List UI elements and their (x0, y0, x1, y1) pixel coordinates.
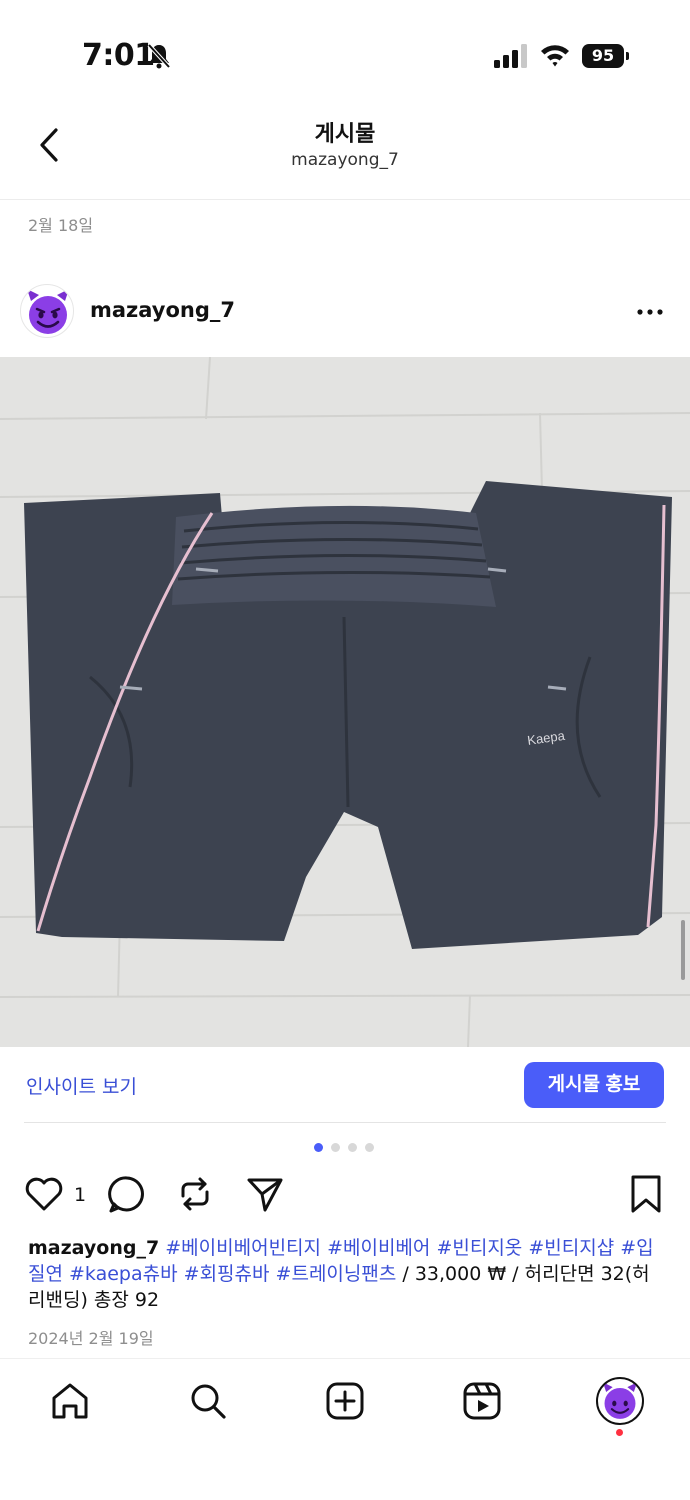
divider (24, 1122, 666, 1123)
carousel-dot (365, 1143, 374, 1152)
bookmark-icon[interactable] (624, 1172, 668, 1216)
search-icon[interactable] (186, 1379, 230, 1423)
post-image[interactable]: Kaepa (0, 357, 690, 1047)
avatar[interactable] (20, 284, 74, 338)
status-time: 7:01 (82, 38, 155, 73)
page-title: 게시물 (314, 122, 376, 147)
scrollbar[interactable] (681, 920, 685, 980)
bottom-tab-bar (0, 1358, 690, 1500)
profile-tab[interactable] (596, 1377, 644, 1425)
date-label: 2월 18일 (28, 216, 94, 235)
status-bar: 7:01 95 (0, 0, 690, 100)
view-insights-link[interactable]: 인사이트 보기 (26, 1072, 137, 1099)
create-post-icon[interactable] (323, 1379, 367, 1423)
like-count[interactable]: 1 (74, 1184, 86, 1206)
hashtag[interactable]: #빈티지샵 (528, 1237, 614, 1259)
home-icon[interactable] (48, 1379, 92, 1423)
wifi-icon (541, 45, 569, 67)
smiling-devil-icon (27, 289, 69, 334)
cellular-signal-icon (494, 44, 527, 68)
comment-icon[interactable] (105, 1172, 149, 1216)
battery-indicator: 95 (582, 44, 630, 68)
insights-row: 인사이트 보기 게시물 홍보 (0, 1048, 690, 1122)
page-subtitle: mazayong_7 (291, 150, 399, 170)
hashtag[interactable]: #kaepa츄바 (69, 1263, 178, 1285)
caption-username[interactable]: mazayong_7 (28, 1237, 159, 1259)
hashtag[interactable]: #베이비베어빈티지 (165, 1237, 321, 1259)
reels-icon[interactable] (460, 1379, 504, 1423)
hashtag[interactable]: #회핑츄바 (184, 1263, 270, 1285)
heart-icon[interactable] (22, 1172, 66, 1216)
repost-icon[interactable] (173, 1172, 217, 1216)
post-header: mazayong_7 (0, 282, 690, 342)
smiling-devil-icon (602, 1382, 638, 1419)
carousel-dot (314, 1143, 323, 1152)
share-icon[interactable] (243, 1172, 287, 1216)
nav-header: 게시물 mazayong_7 (0, 100, 690, 200)
more-options-icon[interactable] (632, 300, 668, 324)
hashtag[interactable]: #빈티지옷 (436, 1237, 522, 1259)
bell-muted-icon (147, 43, 171, 69)
notification-dot (616, 1429, 623, 1436)
hashtag[interactable]: #트레이닝팬츠 (276, 1263, 397, 1285)
battery-level: 95 (582, 44, 624, 68)
promote-post-button[interactable]: 게시물 홍보 (524, 1062, 664, 1108)
post-date: 2024년 2월 19일 (28, 1329, 154, 1348)
carousel-dot (331, 1143, 340, 1152)
post-username[interactable]: mazayong_7 (90, 298, 235, 322)
post-actions: 1 (0, 1172, 690, 1220)
pants-photo: Kaepa (0, 357, 690, 1047)
carousel-indicator (314, 1143, 384, 1153)
hashtag[interactable]: #베이비베어 (327, 1237, 430, 1259)
battery-tip (626, 52, 629, 60)
post-caption: mazayong_7 #베이비베어빈티지 #베이비베어 #빈티지옷 #빈티지샵 … (28, 1235, 658, 1313)
carousel-dot (348, 1143, 357, 1152)
